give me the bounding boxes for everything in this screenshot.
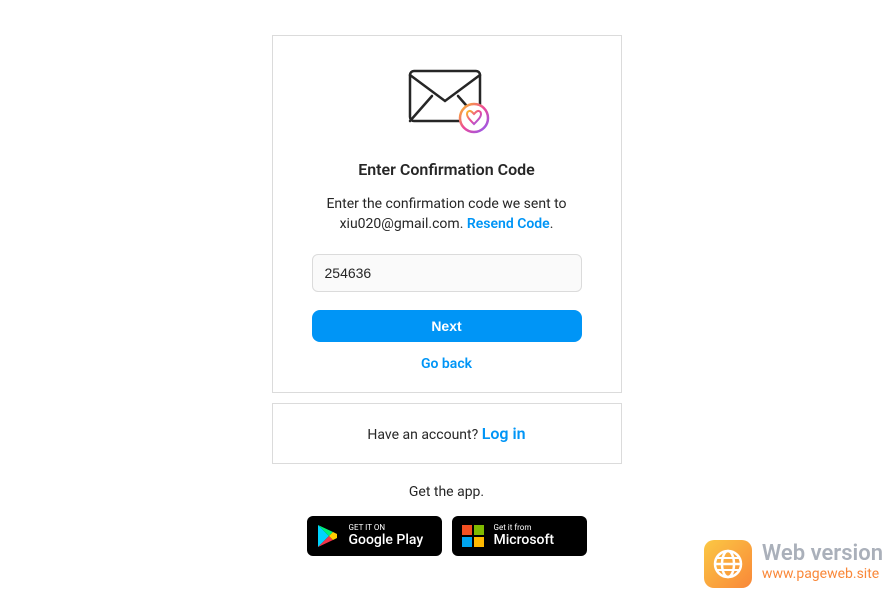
google-small-text: GET IT ON — [349, 524, 424, 532]
page-title: Enter Confirmation Code — [358, 160, 535, 179]
store-buttons-row: GET IT ON Google Play Get it from Micros… — [307, 516, 587, 556]
watermark-globe-icon — [704, 540, 752, 588]
description-prefix: Enter the confirmation code we sent to — [326, 196, 566, 212]
microsoft-store-button[interactable]: Get it from Microsoft — [452, 516, 587, 556]
google-play-button[interactable]: GET IT ON Google Play — [307, 516, 442, 556]
microsoft-icon — [462, 525, 484, 547]
go-back-link[interactable]: Go back — [421, 356, 472, 372]
microsoft-small-text: Get it from — [494, 524, 555, 532]
separator: . — [460, 216, 467, 232]
period: . — [550, 216, 554, 232]
confirmation-card: Enter Confirmation Code Enter the confir… — [272, 35, 622, 393]
google-large-text: Google Play — [349, 532, 424, 549]
email-text: xiu020@gmail.com — [340, 216, 460, 232]
envelope-heart-icon — [402, 66, 492, 140]
description-text: Enter the confirmation code we sent to x… — [313, 195, 581, 234]
watermark-url: www.pageweb.site — [762, 565, 883, 585]
confirmation-code-input[interactable] — [312, 254, 582, 292]
microsoft-large-text: Microsoft — [494, 532, 555, 549]
resend-code-link[interactable]: Resend Code — [467, 216, 550, 232]
login-prompt: Have an account? — [367, 427, 481, 443]
login-card: Have an account? Log in — [272, 403, 622, 464]
google-play-icon — [317, 524, 339, 548]
watermark-title: Web version — [762, 543, 883, 565]
login-link[interactable]: Log in — [482, 424, 526, 443]
next-button[interactable]: Next — [312, 310, 582, 342]
watermark: Web version www.pageweb.site — [704, 540, 883, 588]
get-app-label: Get the app. — [409, 484, 484, 500]
